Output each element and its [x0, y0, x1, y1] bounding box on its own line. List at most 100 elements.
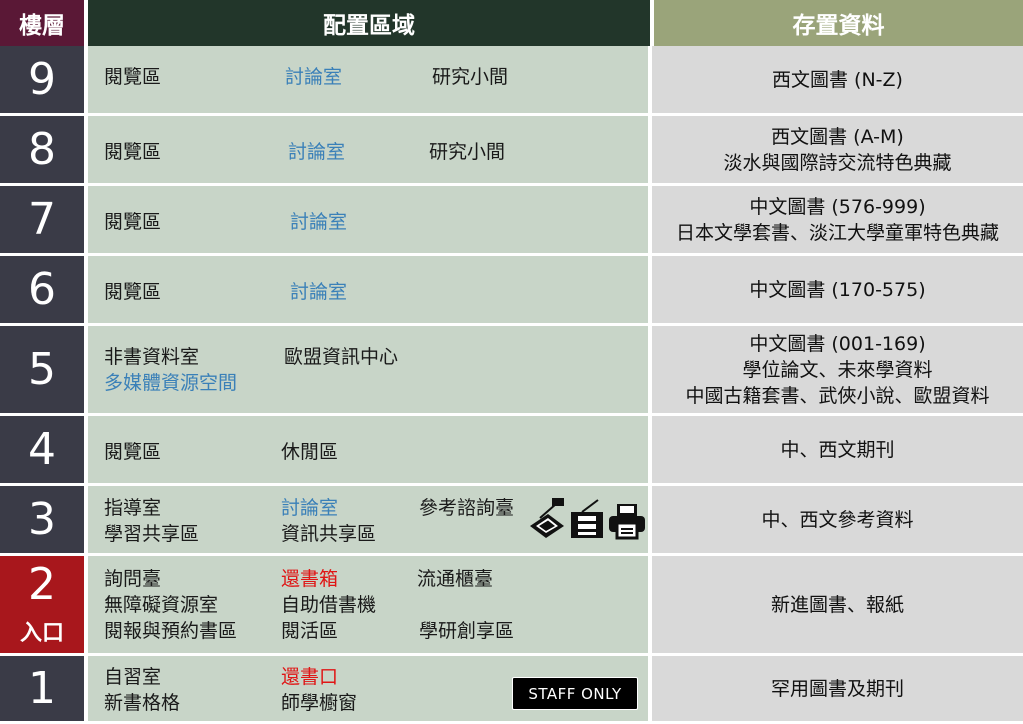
area-item: 研究小間 [432, 66, 509, 88]
area-item: 討論室 [281, 497, 339, 519]
collection-line: 西文圖書 (N-Z) [772, 68, 903, 91]
collection-line: 中文圖書 (001-169) [749, 332, 926, 355]
collection-line: 中、西文期刊 [780, 438, 895, 461]
area-item: 歐盟資訊中心 [284, 346, 399, 368]
area-item: 還書箱 [281, 568, 339, 590]
scanner-icon [530, 498, 564, 538]
collection-cell: 西文圖書 (N-Z) [652, 46, 1023, 116]
area-item: 資訊共享區 [281, 523, 377, 545]
floor-row-1: 1 自習室 還書口新書格格 師學櫥窗 STAFF ONLY 罕用圖書及期刊 [0, 656, 1023, 724]
area-cell: 非書資料室 歐盟資訊中心多媒體資源空間 [88, 326, 650, 416]
header-area: 配置區域 [86, 0, 652, 46]
area-item: 討論室 [290, 281, 348, 303]
collection-line: 中國古籍套書、武俠小說、歐盟資料 [685, 384, 990, 407]
area-item: 閱覽區 [104, 66, 162, 88]
collection-cell: 中文圖書 (576-999) 日本文學套書、淡江大學童軍特色典藏 [652, 186, 1023, 256]
area-item: 休閒區 [281, 441, 339, 463]
floor-row-6: 6 閱覽區 討論室 中文圖書 (170-575) [0, 256, 1023, 326]
floor-number: 4 [28, 423, 56, 475]
area-item: 研究小間 [429, 141, 506, 163]
floor-number: 8 [28, 123, 56, 175]
floor-label: 9 [0, 46, 86, 116]
area-cell: 自習室 還書口新書格格 師學櫥窗 STAFF ONLY [88, 656, 650, 724]
area-cell: 詢問臺 還書箱 流通櫃臺無障礙資源室 自助借書機閱報與預約書區 閱活區 學研創享區 [88, 556, 650, 656]
floor-row-7: 7 閱覽區 討論室 中文圖書 (576-999) 日本文學套書、淡江大學童軍特色典藏 [0, 186, 1023, 256]
area-cell: 閱覽區 休閒區 [88, 416, 650, 486]
header-collection: 存置資料 [652, 0, 1023, 46]
area-item: 指導室 [104, 497, 162, 519]
area-cell: 閱覽區 討論室 [88, 186, 650, 256]
collection-cell: 新進圖書、報紙 [652, 556, 1023, 656]
floor-number: 1 [28, 662, 56, 714]
collection-cell: 中文圖書 (001-169) 學位論文、未來學資料中國古籍套書、武俠小說、歐盟資料 [652, 326, 1023, 416]
floor-number: 7 [28, 193, 56, 245]
floor-row-5: 5 非書資料室 歐盟資訊中心多媒體資源空間 中文圖書 (001-169) 學位論文、未來… [0, 326, 1023, 416]
area-item: 參考諮詢臺 [419, 497, 515, 519]
area-cell: 閱覽區 討論室 研究小間 [88, 46, 650, 116]
floor-label: 2 入口 [0, 556, 86, 656]
collection-line: 日本文學套書、淡江大學童軍特色典藏 [675, 221, 999, 244]
staff-only-badge: STAFF ONLY [512, 677, 638, 710]
collection-cell: 罕用圖書及期刊 [652, 656, 1023, 724]
area-item: 流通櫃臺 [417, 568, 494, 590]
floor-label: 1 [0, 656, 86, 724]
floor-row-4: 4 閱覽區 休閒區 中、西文期刊 [0, 416, 1023, 486]
floor-number: 9 [28, 53, 56, 105]
floor-row-3: 3 指導室 討論室 參考諮詢臺學習共享區 資訊共享區 中、西文參考資料 [0, 486, 1023, 556]
floor-label: 5 [0, 326, 86, 416]
floor-row-2: 2 入口 詢問臺 還書箱 流通櫃臺無障礙資源室 自助借書機閱報與預約書區 閱活區 學研創享區 新… [0, 556, 1023, 656]
area-item: 閱報與預約書區 [104, 620, 238, 642]
floor-label: 4 [0, 416, 86, 486]
floor-label: 3 [0, 486, 86, 556]
equipment-icons [528, 496, 646, 540]
area-item: 討論室 [288, 141, 346, 163]
collection-line: 學位論文、未來學資料 [742, 358, 933, 381]
area-item: 學習共享區 [104, 523, 200, 545]
floor-row-8: 8 閱覽區 討論室 研究小間 西文圖書 (A-M) 淡水與國際詩交流特色典藏 [0, 116, 1023, 186]
area-item: 詢問臺 [104, 568, 162, 590]
copier-icon [571, 499, 603, 538]
area-item: 自助借書機 [281, 594, 377, 616]
area-item: 閱覽區 [104, 281, 162, 303]
collection-cell: 中、西文期刊 [652, 416, 1023, 486]
floor-number: 3 [28, 493, 56, 545]
collection-cell: 西文圖書 (A-M) 淡水與國際詩交流特色典藏 [652, 116, 1023, 186]
area-item: 多媒體資源空間 [104, 372, 238, 394]
floor-label: 8 [0, 116, 86, 186]
area-item: 師學櫥窗 [281, 692, 358, 714]
floor-label: 6 [0, 256, 86, 326]
area-cell: 閱覽區 討論室 [88, 256, 650, 326]
floor-label: 7 [0, 186, 86, 256]
collection-line: 罕用圖書及期刊 [770, 677, 904, 700]
collection-line: 西文圖書 (A-M) [771, 125, 904, 148]
collection-line: 中、西文參考資料 [761, 508, 914, 531]
floor-number: 2 [28, 558, 56, 610]
collection-line: 中文圖書 (170-575) [749, 278, 926, 301]
area-item: 閱覽區 [104, 211, 162, 233]
area-item: 自習室 [104, 666, 162, 688]
area-item: 學研創享區 [419, 620, 515, 642]
area-item: 閱活區 [281, 620, 339, 642]
area-item: 討論室 [285, 66, 343, 88]
area-item: 討論室 [290, 211, 348, 233]
area-item: 閱覽區 [104, 141, 162, 163]
area-item: 閱覽區 [104, 441, 162, 463]
header-floor: 樓層 [0, 0, 86, 46]
printer-icon [609, 504, 645, 540]
collection-line: 中文圖書 (576-999) [749, 195, 926, 218]
area-cell: 閱覽區 討論室 研究小間 [88, 116, 650, 186]
floor-number: 6 [28, 263, 56, 315]
area-item: 新書格格 [104, 692, 181, 714]
entrance-label: 入口 [19, 620, 64, 646]
floor-directory: 樓層 配置區域 存置資料 9 閱覽區 討論室 研究小間 西文圖書 (N-Z) 8 閱覽區 討論… [0, 0, 1023, 724]
collection-line: 淡水與國際詩交流特色典藏 [723, 151, 952, 174]
floor-row-9: 9 閱覽區 討論室 研究小間 西文圖書 (N-Z) [0, 46, 1023, 116]
collection-cell: 中、西文參考資料 [652, 486, 1023, 556]
area-item: 非書資料室 [104, 346, 200, 368]
area-item: 還書口 [281, 666, 339, 688]
area-cell: 指導室 討論室 參考諮詢臺學習共享區 資訊共享區 [88, 486, 650, 556]
collection-line: 新進圖書、報紙 [770, 593, 904, 616]
floor-number: 5 [28, 343, 56, 395]
area-item: 無障礙資源室 [104, 594, 219, 616]
collection-cell: 中文圖書 (170-575) [652, 256, 1023, 326]
